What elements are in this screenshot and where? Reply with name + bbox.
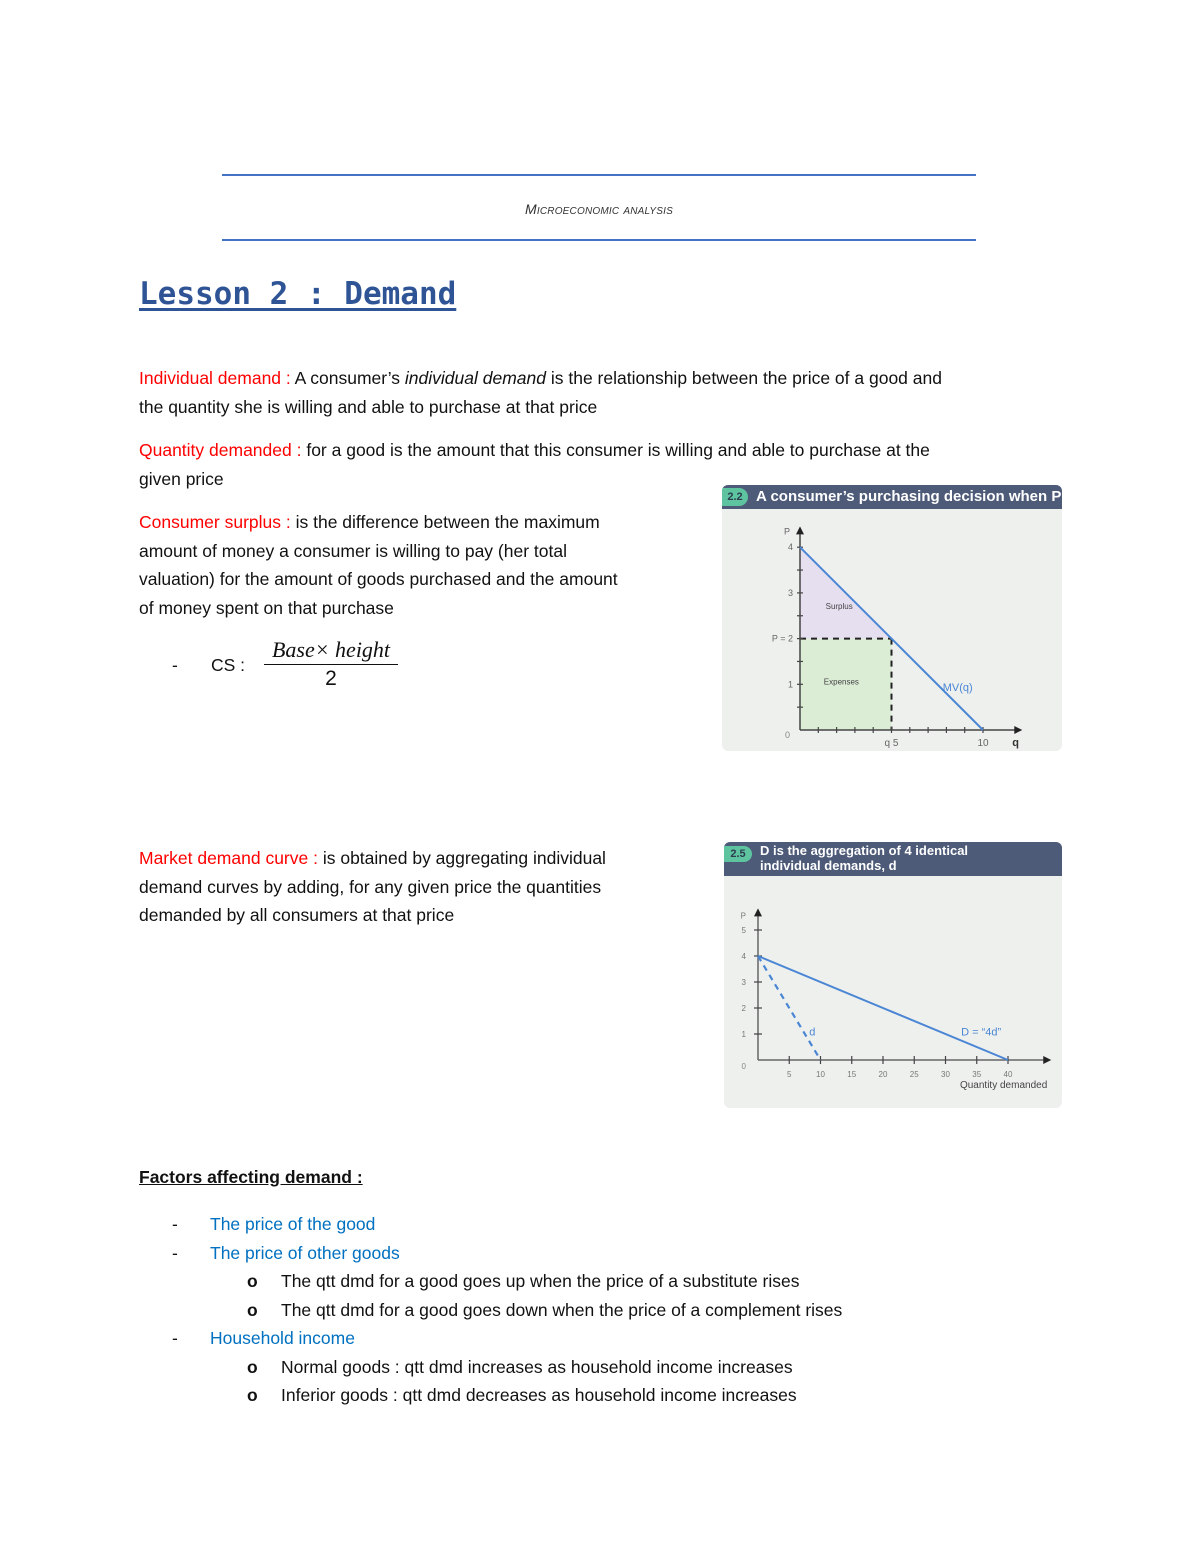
factor-item: The price of other goods xyxy=(210,1242,400,1263)
y-tick-label: 3 xyxy=(788,588,793,598)
x-tick-label: 10 xyxy=(977,738,989,749)
origin-label: 0 xyxy=(742,1062,747,1071)
y-tick-label: 1 xyxy=(742,1030,747,1039)
market-demand-line xyxy=(757,955,1009,1061)
running-header: Microeconomic analysis xyxy=(525,201,673,217)
y-axis-label: P xyxy=(784,526,790,536)
sub-bullet: o xyxy=(247,1356,258,1377)
text: amount of money a consumer is willing to… xyxy=(139,540,567,561)
formula-bullet: - xyxy=(172,655,178,675)
d-label: d xyxy=(809,1026,815,1038)
x-tick-label: 10 xyxy=(816,1070,825,1079)
text: is the relationship between the price of… xyxy=(546,368,942,388)
text: the quantity she is willing and able to … xyxy=(139,396,598,417)
y-tick-label: 4 xyxy=(742,952,747,961)
D-label: D = “4d” xyxy=(961,1026,1001,1038)
x-axis-arrow xyxy=(1043,1056,1052,1064)
x-tick-label: 35 xyxy=(972,1070,981,1079)
chart-svg: q 5 10 1 P = 2 3 4 0 Pq MV(q) Surplus Expenses xyxy=(772,526,1023,749)
text: valuation) for the amount of goods purch… xyxy=(139,569,618,589)
y-tick-label: P = 2 xyxy=(772,634,793,644)
sub-item: The qtt dmd for a good goes up when the … xyxy=(281,1271,800,1291)
fraction-numerator: Base× height xyxy=(264,637,398,665)
y-tick-label: 4 xyxy=(788,542,793,552)
consumer-surplus-paragraph: Consumer surplus : is the difference bet… xyxy=(139,508,709,622)
term-individual-demand: Individual demand : xyxy=(139,368,291,388)
x-tick-label: 15 xyxy=(847,1070,856,1079)
list-bullet: - xyxy=(172,1214,178,1234)
individual-demand-line xyxy=(757,955,822,1061)
sub-item: The qtt dmd for a good goes down when th… xyxy=(281,1299,843,1320)
factor-item: The price of the good xyxy=(210,1214,376,1234)
text: of money spent on that purchase xyxy=(139,597,394,618)
y-axis-arrow xyxy=(754,908,762,917)
list-bullet: - xyxy=(172,1242,178,1263)
header-rule-bottom xyxy=(222,239,976,241)
x-tick-label: 30 xyxy=(941,1070,950,1079)
x-tick-label: 40 xyxy=(1004,1070,1013,1079)
x-tick-label: 25 xyxy=(910,1070,919,1079)
formula-label: CS : xyxy=(211,655,246,675)
figure-2-2: 2.2 A consumer’s purchasing decision whe… xyxy=(722,485,1062,751)
expenses-label: Expenses xyxy=(824,677,859,686)
cs-fraction: Base× height 2 xyxy=(264,637,398,691)
text: demand curves by adding, for any given p… xyxy=(139,876,602,897)
list-bullet: - xyxy=(172,1328,178,1348)
curve-label: MV(q) xyxy=(943,682,973,694)
origin-label: 0 xyxy=(785,730,790,740)
y-tick-label: 1 xyxy=(788,679,793,689)
market-demand-paragraph: Market demand curve : is obtained by agg… xyxy=(139,844,699,930)
text: is obtained by aggregating individual xyxy=(317,848,606,868)
text: A consumer’s xyxy=(290,368,405,388)
x-axis-label: Quantity demanded xyxy=(960,1080,1047,1091)
text: demanded by all consumers at that price xyxy=(139,905,455,925)
term-consumer-surplus: Consumer surplus : xyxy=(139,512,291,532)
x-tick-label: q 5 xyxy=(885,738,899,749)
lesson-title: Lesson 2 : Demand xyxy=(139,276,457,312)
y-axis-label: P xyxy=(741,911,746,920)
figure-2-5: 2.5 D is the aggregation of 4 identical … xyxy=(724,842,1062,1108)
text: for a good is the amount that this consu… xyxy=(301,440,930,460)
header-rule-top xyxy=(222,174,976,176)
factor-item: Household income xyxy=(210,1328,355,1348)
x-axis-label: q xyxy=(1012,737,1019,749)
fraction-denominator: 2 xyxy=(325,667,337,690)
text: is the difference between the maximum xyxy=(290,512,600,532)
sub-bullet: o xyxy=(247,1385,258,1405)
italic-term: individual demand xyxy=(404,368,546,388)
x-tick-label: 5 xyxy=(787,1070,792,1079)
y-tick-label: 3 xyxy=(742,978,747,987)
individual-demand-paragraph: Individual demand : A consumer’s individ… xyxy=(139,364,1069,421)
sub-bullet: o xyxy=(247,1271,258,1291)
term-market-demand: Market demand curve : xyxy=(139,848,318,868)
factors-heading: Factors affecting demand : xyxy=(139,1167,363,1187)
sub-item: Inferior goods : qtt dmd decreases as ho… xyxy=(281,1385,797,1405)
x-axis-arrow xyxy=(1014,726,1023,734)
term-quantity-demanded: Quantity demanded : xyxy=(139,440,302,460)
x-tick-label: 20 xyxy=(879,1070,888,1079)
surplus-label: Surplus xyxy=(826,602,853,611)
y-tick-label: 2 xyxy=(742,1004,747,1013)
y-tick-label: 5 xyxy=(742,926,747,935)
chart-svg: 5 10 15 20 25 30 35 40 1 2 3 4 5 0 P Quantity demanded d… xyxy=(741,908,1052,1091)
sub-bullet: o xyxy=(247,1299,258,1320)
y-axis-arrow xyxy=(796,526,804,535)
sub-item: Normal goods : qtt dmd increases as hous… xyxy=(281,1356,793,1377)
